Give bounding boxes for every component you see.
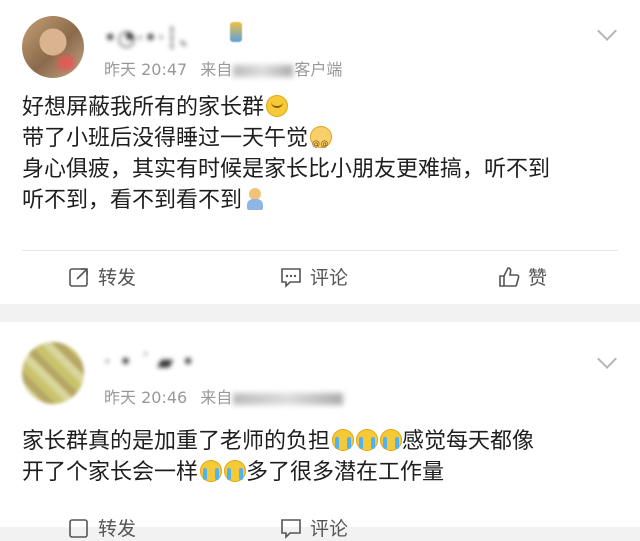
post-time: 昨天 20:47 bbox=[104, 60, 188, 79]
comment-label: 评论 bbox=[310, 267, 349, 289]
repost-button[interactable]: 转发 bbox=[68, 263, 136, 290]
repost-label: 转发 bbox=[98, 518, 137, 540]
laugh-cry-emoji-icon bbox=[356, 429, 379, 451]
comment-button[interactable]: 评论 bbox=[280, 263, 348, 290]
avatar[interactable] bbox=[22, 16, 84, 78]
laugh-cry-emoji-icon bbox=[200, 460, 223, 482]
divider bbox=[22, 250, 618, 251]
smile-emoji-icon bbox=[266, 95, 289, 117]
post-meta: 昨天 20:46 来自 bbox=[104, 384, 344, 408]
laugh-cry-emoji-icon bbox=[332, 429, 355, 451]
post-text-line: 带了小班后没得睡过一天午觉 bbox=[22, 126, 309, 151]
chevron-down-icon[interactable] bbox=[597, 349, 617, 369]
post-meta: 昨天 20:47 来自 客户端 bbox=[104, 56, 342, 80]
post-text-line: 多了很多潜在工作量 bbox=[246, 460, 445, 485]
post-text-line: 感觉每天都像 bbox=[402, 429, 535, 454]
post-text-line: 身心俱疲，其实有时候是家长比小朋友更难搞，听不到 bbox=[22, 157, 551, 182]
post-card: •◔·•‧┆、 昨天 20:47 来自 客户端 好想屏蔽我所有的家长群 带了小班后… bbox=[0, 0, 640, 304]
thumbs-up-icon bbox=[499, 266, 520, 287]
laugh-cry-emoji-icon bbox=[224, 460, 247, 482]
repost-label: 转发 bbox=[98, 267, 137, 289]
comment-icon bbox=[281, 518, 301, 539]
comment-icon bbox=[281, 267, 301, 288]
verified-badge-icon bbox=[230, 22, 242, 42]
repost-button[interactable]: 转发 bbox=[68, 514, 136, 541]
comment-button[interactable]: 评论 bbox=[280, 514, 348, 541]
repost-icon bbox=[69, 267, 88, 287]
source-redacted bbox=[233, 392, 344, 405]
username[interactable]: ‧ • ˙ ▰ • bbox=[104, 350, 195, 374]
laugh-cry-emoji-icon bbox=[380, 429, 403, 451]
source-redacted bbox=[233, 64, 294, 77]
post-text-line: 家长群真的是加重了老师的负担 bbox=[22, 429, 331, 454]
source-prefix: 来自 bbox=[200, 60, 233, 79]
source-client: 客户端 bbox=[294, 60, 343, 79]
source-prefix: 来自 bbox=[200, 388, 233, 407]
comment-label: 评论 bbox=[310, 518, 349, 540]
avatar[interactable] bbox=[22, 342, 84, 404]
chevron-down-icon[interactable] bbox=[597, 21, 617, 41]
baby-emoji-icon bbox=[244, 188, 266, 210]
post-text-line: 好想屏蔽我所有的家长群 bbox=[22, 95, 265, 120]
post-body: 家长群真的是加重了老师的负担 感觉每天都像 开了个家长会一样 多了很多潜在工作量 bbox=[22, 426, 534, 488]
like-label: 赞 bbox=[528, 267, 548, 289]
like-button[interactable]: 赞 bbox=[498, 263, 547, 290]
username[interactable]: •◔·•‧┆、 bbox=[104, 22, 201, 52]
post-body: 好想屏蔽我所有的家长群 带了小班后没得睡过一天午觉 身心俱疲，其实有时候是家长比… bbox=[22, 92, 550, 216]
post-time: 昨天 20:46 bbox=[104, 388, 188, 407]
repost-icon bbox=[69, 518, 88, 538]
post-card: ‧ • ˙ ▰ • 昨天 20:46 来自 家长群真的是加重了老师的负担 感觉每天… bbox=[0, 322, 640, 540]
post-text-line: 听不到，看不到看不到 bbox=[22, 188, 243, 213]
post-text-line: 开了个家长会一样 bbox=[22, 460, 199, 485]
dizzy-emoji-icon bbox=[310, 126, 333, 159]
